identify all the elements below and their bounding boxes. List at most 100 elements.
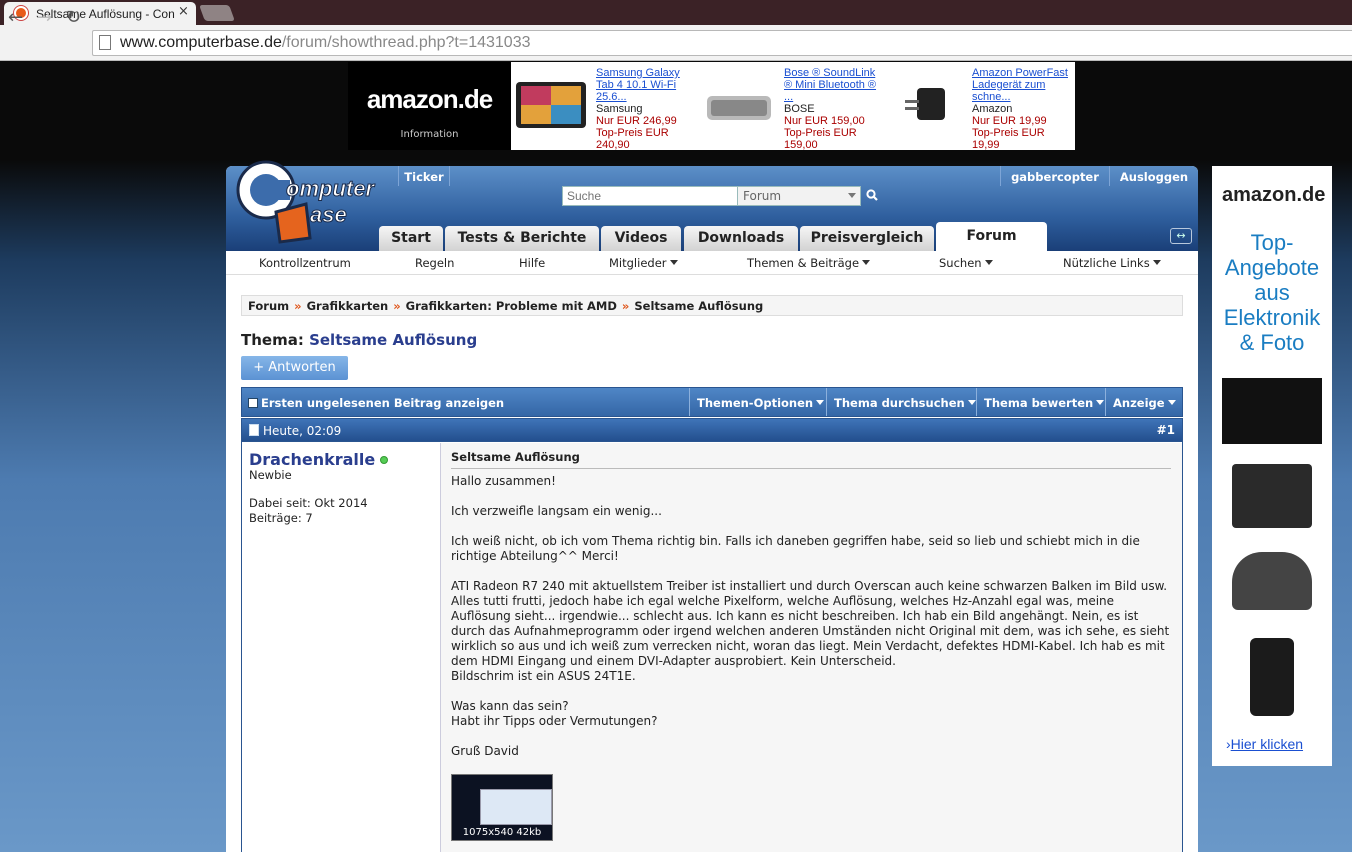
page-title: Thema: Seltsame Auflösung <box>241 331 477 349</box>
document-icon <box>249 424 259 436</box>
charger-image-icon <box>905 88 945 120</box>
search-scope-select[interactable]: Forum <box>737 186 861 206</box>
username-link[interactable]: gabbercopter <box>1000 166 1110 186</box>
search-input[interactable] <box>562 186 738 206</box>
close-tab-icon[interactable]: × <box>178 4 189 19</box>
breadcrumb-item[interactable]: Grafikkarten <box>307 299 389 313</box>
side-ad-link-text[interactable]: Hier klicken <box>1231 736 1303 752</box>
menu-label: Anzeige <box>1113 396 1165 410</box>
post-header: Heute, 02:09 #1 <box>241 418 1183 442</box>
ad-product-price: Nur EUR 246,99 <box>596 115 677 127</box>
tab-downloads[interactable]: Downloads <box>684 226 798 251</box>
tab-forum[interactable]: Forum <box>936 222 1047 251</box>
attachment-thumbnail[interactable]: 1075x540 42kb <box>451 774 553 841</box>
arrow-down-icon <box>248 398 258 408</box>
thread-options-menu[interactable]: Themen-Optionen <box>689 388 831 416</box>
side-ad-headline-line: & Foto <box>1239 330 1305 355</box>
ad-product[interactable]: Amazon PowerFast Ladegerät zum schne... A… <box>887 62 1075 151</box>
subnav-nuetzliche-links[interactable]: Nützliche Links <box>1063 256 1161 270</box>
side-ad[interactable]: amazon.de Top- Angebote aus Elektronik &… <box>1212 166 1332 766</box>
first-unread-label: Ersten ungelesenen Beitrag anzeigen <box>261 396 505 410</box>
subnav-themen-beitraege[interactable]: Themen & Beiträge <box>747 256 871 270</box>
ad-product[interactable]: Samsung Galaxy Tab 4 10.1 Wi-Fi 25.6... S… <box>511 62 699 151</box>
side-ad-headline: Top- Angebote aus Elektronik & Foto <box>1212 230 1332 355</box>
back-arrow-icon[interactable]: ← <box>8 7 23 28</box>
display-mode-menu[interactable]: Anzeige <box>1105 388 1183 416</box>
ticker-link[interactable]: Ticker <box>398 166 450 186</box>
post-title: Seltsame Auflösung <box>451 450 580 464</box>
breadcrumb-separator: » <box>621 299 630 313</box>
tab-title: Seltsame Auflösung - Con <box>36 7 175 21</box>
ad-product-name[interactable]: Samsung Galaxy Tab 4 10.1 Wi-Fi 25.6... <box>596 67 692 103</box>
user-joined: Dabei seit: Okt 2014 <box>249 496 368 510</box>
subnav-regeln[interactable]: Regeln <box>415 256 454 270</box>
subnav-mitglieder[interactable]: Mitglieder <box>609 256 678 270</box>
divider <box>451 468 1171 469</box>
tab-start[interactable]: Start <box>379 226 443 251</box>
chevron-down-icon <box>1152 260 1161 269</box>
subnav-suchen[interactable]: Suchen <box>939 256 993 270</box>
ad-info-label[interactable]: Information <box>348 129 511 140</box>
thread-search-menu[interactable]: Thema durchsuchen <box>826 388 983 416</box>
attachment-caption: 1075x540 42kb <box>462 827 542 838</box>
headphones-image-icon <box>1232 552 1312 610</box>
side-ad-link[interactable]: ›Hier klicken <box>1226 736 1303 752</box>
breadcrumb-separator: » <box>294 299 302 313</box>
post-date: Heute, 02:09 <box>263 424 342 438</box>
search-scope-value: Forum <box>743 189 782 203</box>
first-unread-link[interactable]: Ersten ungelesenen Beitrag anzeigen <box>248 396 504 410</box>
tv-image-icon <box>1222 378 1322 444</box>
ad-product-price: Nur EUR 19,99 <box>972 115 1047 127</box>
logout-link[interactable]: Ausloggen <box>1116 166 1192 186</box>
ad-product-top-price: Top-Preis EUR 19,99 <box>972 127 1045 151</box>
url-path: /forum/showthread.php?t=1431033 <box>281 34 531 51</box>
chevron-down-icon <box>1167 400 1176 409</box>
ad-product[interactable]: Bose ® SoundLink ® Mini Bluetooth ® ... B… <box>699 62 887 151</box>
post-number-link[interactable]: #1 <box>1157 423 1175 437</box>
post-author-link[interactable]: Drachenkralle <box>249 450 375 469</box>
browser-tab[interactable]: Seltsame Auflösung - Con <box>4 2 196 25</box>
chevron-down-icon <box>848 193 856 202</box>
chevron-down-icon <box>967 400 976 409</box>
new-tab-button[interactable] <box>199 5 235 21</box>
breadcrumb-item[interactable]: Seltsame Auflösung <box>634 299 763 313</box>
top-ad-logo[interactable]: amazon.de Information <box>348 62 511 150</box>
thread-toolbar: Ersten ungelesenen Beitrag anzeigen Them… <box>241 387 1183 417</box>
menu-label: Thema bewerten <box>984 396 1094 410</box>
chevron-down-icon <box>862 260 871 269</box>
post-text: Hallo zusammen! Ich verzweifle langsam e… <box>451 474 1170 758</box>
svg-text:ase: ase <box>310 202 347 227</box>
top-ad-products: Samsung Galaxy Tab 4 10.1 Wi-Fi 25.6... S… <box>511 62 1075 151</box>
ad-product-brand: Amazon <box>972 103 1013 115</box>
smartphone-image-icon <box>1250 638 1294 716</box>
breadcrumb-item[interactable]: Grafikkarten: Probleme mit AMD <box>406 299 617 313</box>
url-text[interactable]: www.computerbase.de/forum/showthread.php… <box>120 34 530 52</box>
user-rank: Newbie <box>249 468 292 482</box>
tab-tests-berichte[interactable]: Tests & Berichte <box>445 226 599 251</box>
search-icon[interactable] <box>866 189 878 201</box>
subnav-kontrollzentrum[interactable]: Kontrollzentrum <box>259 256 351 270</box>
user-post-count: Beiträge: 7 <box>249 511 313 525</box>
expand-width-icon[interactable]: ↔ <box>1170 228 1192 244</box>
thread-rate-menu[interactable]: Thema bewerten <box>976 388 1111 416</box>
ad-product-name[interactable]: Amazon PowerFast Ladegerät zum schne... <box>972 67 1068 103</box>
tab-preisvergleich[interactable]: Preisvergleich <box>800 226 934 251</box>
reply-button[interactable]: + Antworten <box>241 356 348 380</box>
thread-title[interactable]: Seltsame Auflösung <box>309 331 477 349</box>
ad-product-top-price: Top-Preis EUR 159,00 <box>784 127 857 151</box>
tab-videos[interactable]: Videos <box>601 226 681 251</box>
url-domain: www.computerbase.de <box>120 34 282 51</box>
speaker-image-icon <box>707 96 771 120</box>
ad-product-name[interactable]: Bose ® SoundLink ® Mini Bluetooth ® ... <box>784 67 880 103</box>
subnav-hilfe[interactable]: Hilfe <box>519 256 545 270</box>
ad-product-price: Nur EUR 159,00 <box>784 115 865 127</box>
breadcrumb-item[interactable]: Forum <box>248 299 289 313</box>
subnav-label: Themen & Beiträge <box>747 256 860 270</box>
ad-product-brand: BOSE <box>784 103 815 115</box>
computerbase-logo[interactable]: omputer ase <box>236 154 386 246</box>
side-ad-headline-line: Top- <box>1250 230 1294 255</box>
reload-icon[interactable]: ↻ <box>66 7 81 28</box>
amazon-logo: amazon.de <box>366 84 493 114</box>
sub-navigation <box>226 251 1198 275</box>
forward-arrow-icon[interactable]: → <box>37 7 52 28</box>
